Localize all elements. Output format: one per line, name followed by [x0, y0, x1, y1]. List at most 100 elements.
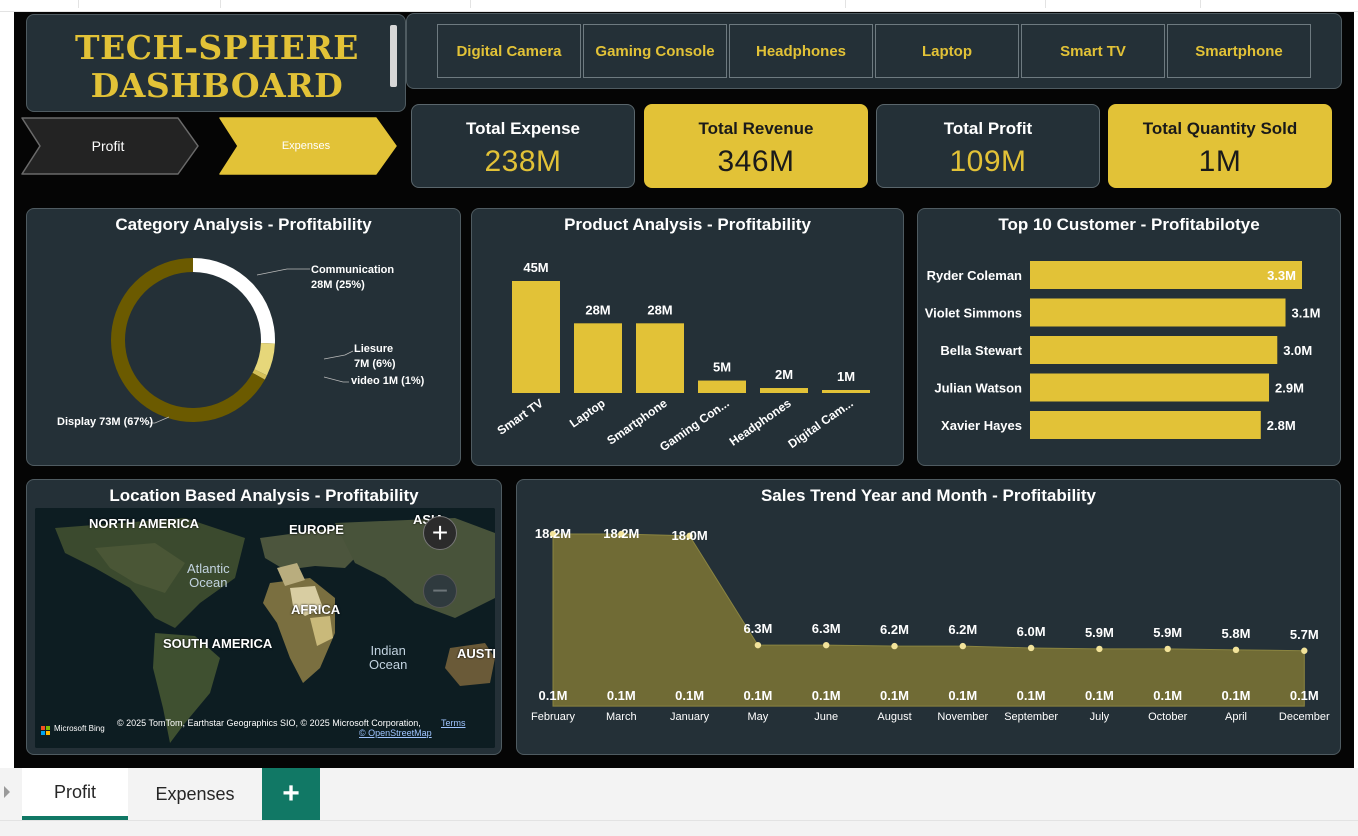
leader-line-communication — [256, 268, 310, 276]
trend-month-label: March — [606, 711, 637, 723]
product-bar-value: 28M — [585, 302, 610, 317]
map-zoom-in-button[interactable]: + — [423, 516, 457, 550]
trend-base-label: 0.1M — [743, 688, 772, 703]
product-bar-value: 45M — [523, 260, 548, 275]
kpi-value: 238M — [484, 145, 562, 178]
title-scrollbar[interactable] — [390, 25, 397, 87]
trend-point[interactable] — [1164, 645, 1171, 653]
product-bar[interactable] — [760, 388, 808, 393]
product-bar[interactable] — [636, 323, 684, 393]
trend-value-label: 6.3M — [743, 621, 772, 636]
map-label-australia: AUSTR — [457, 646, 495, 661]
expenses-page-button[interactable]: Expenses — [218, 116, 400, 176]
trend-value-label: 18.2M — [603, 526, 639, 541]
slicer-laptop[interactable]: Laptop — [875, 24, 1019, 78]
category-donut-chart[interactable]: Communication 28M (25%) Liesure 7M (6%) vide… — [27, 241, 460, 461]
customer-bar-chart[interactable]: Ryder Coleman 3.3M Violet Simmons 3.1M Bella… — [918, 243, 1340, 463]
trend-panel-title: Sales Trend Year and Month - Profitabili… — [760, 486, 1097, 505]
profit-page-button[interactable]: Profit — [20, 116, 202, 176]
sales-trend-panel[interactable]: Sales Trend Year and Month - Profitabili… — [516, 479, 1341, 755]
trend-base-label: 0.1M — [812, 688, 841, 703]
map-label-indian-ocean: Indian Ocean — [369, 644, 407, 672]
product-panel-title: Product Analysis - Profitability — [564, 215, 811, 234]
world-map[interactable]: NORTH AMERICA EUROPE ASIA AFRICA SOUTH A… — [35, 508, 495, 748]
dashboard-title: TECH-SPHERE DASHBOARD — [27, 29, 407, 105]
customer-bar[interactable] — [1030, 261, 1302, 289]
trend-point[interactable] — [1027, 644, 1035, 652]
trend-base-label: 0.1M — [1290, 688, 1319, 703]
trend-value-label: 5.8M — [1222, 626, 1251, 641]
customer-bar[interactable] — [1030, 298, 1286, 327]
product-bar[interactable] — [512, 281, 560, 393]
product-bar[interactable] — [698, 380, 746, 393]
donut-slice-communication[interactable] — [193, 258, 275, 344]
trend-base-label: 0.1M — [1222, 688, 1251, 703]
trend-point[interactable] — [1301, 647, 1308, 654]
kpi-value: 1M — [1198, 145, 1242, 178]
category-analysis-panel[interactable]: Category Analysis - Profitability Commun… — [26, 208, 461, 466]
customer-bar-value: 2.8M — [1267, 418, 1296, 433]
product-bar[interactable] — [574, 323, 622, 393]
trend-base-label: 0.1M — [1017, 688, 1046, 703]
trend-base-label: 0.1M — [539, 688, 568, 703]
slicer-digital-camera[interactable]: Digital Camera — [437, 24, 581, 78]
trend-month-label: December — [1279, 711, 1330, 723]
trend-value-label: 6.2M — [948, 622, 977, 637]
trend-base-label: 0.1M — [1085, 688, 1114, 703]
donut-label-liesure-value: 7M (6%) — [354, 358, 396, 370]
trend-point[interactable] — [1096, 645, 1103, 653]
customer-bar[interactable] — [1030, 411, 1261, 439]
map-label-africa: AFRICA — [291, 602, 341, 617]
trend-value-label: 5.9M — [1153, 625, 1182, 640]
trend-month-label: February — [531, 711, 576, 723]
trend-point[interactable] — [891, 642, 898, 650]
product-category-label: Gaming Con... — [657, 396, 732, 454]
add-page-button[interactable]: + — [262, 768, 320, 820]
slicer-smartphone[interactable]: Smartphone — [1167, 24, 1311, 78]
customers-panel-title: Top 10 Customer - Profitabilotye — [998, 215, 1260, 234]
trend-base-label: 0.1M — [675, 688, 704, 703]
customer-bar[interactable] — [1030, 336, 1278, 364]
trend-base-label: 0.1M — [1153, 688, 1182, 703]
map-osm-link[interactable]: © OpenStreetMap — [359, 728, 432, 738]
trend-point[interactable] — [1232, 646, 1240, 654]
product-category-label: Laptop — [567, 396, 608, 430]
tab-profit[interactable]: Profit — [22, 768, 128, 820]
tab-expenses[interactable]: Expenses — [130, 768, 260, 820]
customer-bar-value: 3.0M — [1283, 343, 1312, 358]
trend-point[interactable] — [959, 642, 966, 650]
product-bar[interactable] — [822, 390, 870, 393]
status-bar — [0, 820, 1358, 836]
atlantic-line-1: Atlantic — [187, 561, 230, 576]
product-analysis-panel[interactable]: Product Analysis - Profitability 45M Smar… — [471, 208, 904, 466]
trend-month-label: May — [748, 711, 769, 723]
product-bar-value: 2M — [775, 367, 793, 382]
top-customers-panel[interactable]: Top 10 Customer - Profitabilotye Ryder C… — [917, 208, 1341, 466]
indian-line-2: Ocean — [369, 657, 408, 672]
map-zoom-out-button[interactable]: − — [423, 574, 457, 608]
trend-month-label: January — [670, 711, 710, 723]
trend-point[interactable] — [754, 641, 762, 649]
product-slicer-panel: Digital Camera Gaming Console Headphones… — [406, 13, 1342, 89]
donut-slice-liesure[interactable] — [254, 342, 275, 376]
location-analysis-panel[interactable]: Location Based Analysis - Profitability … — [26, 479, 502, 755]
trend-value-label: 5.7M — [1290, 627, 1319, 642]
product-bar-chart[interactable]: 45MSmart TV28MLaptop28MSmartphone5MGamin… — [472, 243, 903, 463]
slicer-headphones[interactable]: Headphones — [729, 24, 873, 78]
customer-bar[interactable] — [1030, 373, 1270, 402]
trend-month-label: November — [937, 711, 988, 723]
customer-name-label: Julian Watson — [934, 381, 1022, 396]
trend-month-label: July — [1090, 711, 1110, 723]
map-label-europe: EUROPE — [289, 522, 344, 537]
tab-scroll-arrow-icon[interactable] — [4, 786, 10, 798]
trend-point[interactable] — [823, 641, 830, 649]
slicer-gaming-console[interactable]: Gaming Console — [583, 24, 727, 78]
trend-base-label: 0.1M — [948, 688, 977, 703]
map-terms-link[interactable]: Terms — [441, 718, 466, 728]
kpi-total-revenue: Total Revenue 346M — [644, 104, 868, 188]
sales-trend-area-chart[interactable]: 18.2M 0.1M February 18.2M 0.1M March 18.0M 0.1M… — [517, 504, 1340, 754]
title-line-2: DASHBOARD — [90, 66, 344, 105]
kpi-total-profit: Total Profit 109M — [876, 104, 1100, 188]
trend-area[interactable] — [552, 533, 1305, 707]
slicer-smart-tv[interactable]: Smart TV — [1021, 24, 1165, 78]
